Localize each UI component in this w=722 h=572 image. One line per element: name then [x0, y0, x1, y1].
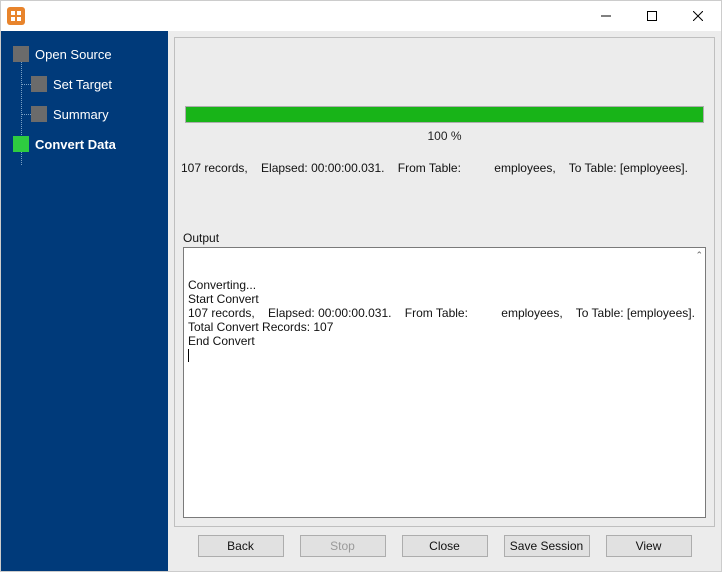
- progress-section: 100 %: [185, 106, 704, 143]
- app-icon: [7, 7, 25, 25]
- close-window-button[interactable]: [675, 1, 721, 31]
- sidebar-item-label: Summary: [53, 107, 109, 122]
- content-canvas: 100 % 107 records, Elapsed: 00:00:00.031…: [174, 37, 715, 527]
- step-box-icon: [13, 136, 29, 152]
- back-button[interactable]: Back: [198, 535, 284, 557]
- button-row: Back Stop Close Save Session View: [174, 527, 715, 565]
- output-line: End Convert: [188, 334, 701, 348]
- sidebar-item-label: Set Target: [53, 77, 112, 92]
- sidebar-item-open-source[interactable]: Open Source: [1, 39, 168, 69]
- sidebar: Open Source Set Target Summary Convert D…: [1, 31, 168, 571]
- step-box-icon: [31, 106, 47, 122]
- output-line: Start Convert: [188, 292, 701, 306]
- close-button[interactable]: Close: [402, 535, 488, 557]
- window-controls: [583, 1, 721, 31]
- titlebar: [1, 1, 721, 31]
- output-textarea[interactable]: Converting...Start Convert107 records, E…: [183, 247, 706, 518]
- sidebar-item-convert-data[interactable]: Convert Data: [1, 129, 168, 159]
- progress-bar: [185, 106, 704, 123]
- sidebar-item-set-target[interactable]: Set Target: [1, 69, 168, 99]
- view-button[interactable]: View: [606, 535, 692, 557]
- scroll-up-icon[interactable]: ⌃: [695, 250, 703, 261]
- sidebar-item-summary[interactable]: Summary: [1, 99, 168, 129]
- save-session-button[interactable]: Save Session: [504, 535, 590, 557]
- step-box-icon: [13, 46, 29, 62]
- output-line: Converting...: [188, 278, 701, 292]
- status-line: 107 records, Elapsed: 00:00:00.031. From…: [181, 161, 708, 175]
- minimize-button[interactable]: [583, 1, 629, 31]
- sidebar-item-label: Convert Data: [35, 137, 116, 152]
- step-box-icon: [31, 76, 47, 92]
- output-line: Total Convert Records: 107: [188, 320, 701, 334]
- main-area: Open Source Set Target Summary Convert D…: [1, 31, 721, 571]
- sidebar-item-label: Open Source: [35, 47, 112, 62]
- maximize-button[interactable]: [629, 1, 675, 31]
- output-section: Output Converting...Start Convert107 rec…: [179, 231, 710, 522]
- content-pane: 100 % 107 records, Elapsed: 00:00:00.031…: [168, 31, 721, 571]
- output-label: Output: [183, 231, 706, 245]
- stop-button: Stop: [300, 535, 386, 557]
- progress-label: 100 %: [185, 129, 704, 143]
- output-line: 107 records, Elapsed: 00:00:00.031. From…: [188, 306, 701, 320]
